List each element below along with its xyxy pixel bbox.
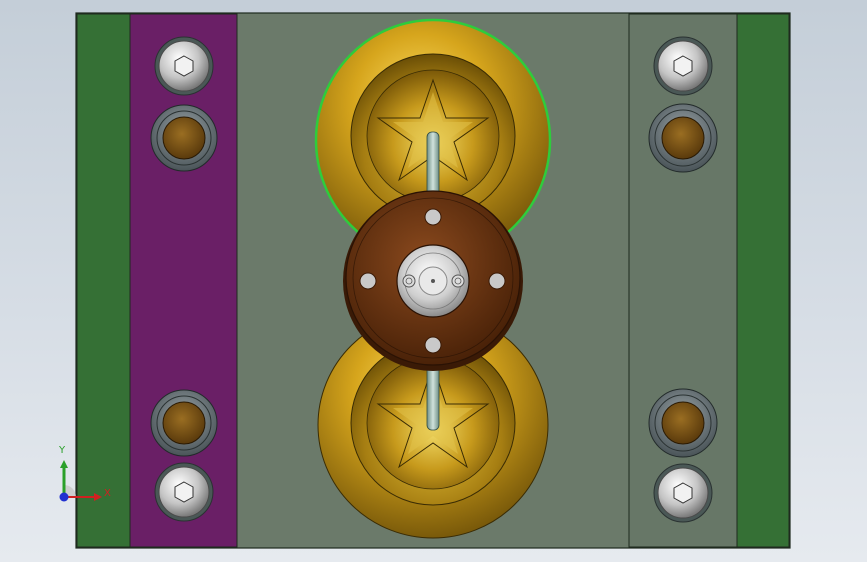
z-axis-dot [59, 492, 69, 502]
screw-hole [424, 208, 442, 226]
screw-hole [424, 336, 442, 354]
x-axis-label: X [104, 488, 111, 499]
screw-hole [488, 272, 506, 290]
y-axis-label: Y [58, 445, 66, 456]
guide-bushing[interactable] [150, 389, 218, 457]
hex-socket-bolt[interactable] [653, 36, 713, 96]
guide-bushing[interactable] [648, 388, 718, 458]
locating-ring[interactable] [343, 190, 523, 371]
hex-socket-icon [673, 482, 693, 504]
hex-socket-icon [673, 55, 693, 77]
screw-hole [359, 272, 377, 290]
guide-bushing[interactable] [150, 104, 218, 172]
hex-socket-bolt[interactable] [154, 462, 214, 522]
hex-socket-icon [174, 481, 194, 503]
cad-viewport[interactable]: Y X [0, 0, 867, 562]
hex-socket-icon [174, 55, 194, 77]
hex-socket-bolt[interactable] [154, 36, 214, 96]
hex-socket-bolt[interactable] [653, 463, 713, 523]
green-rail-left[interactable] [76, 13, 131, 548]
guide-bushing[interactable] [648, 103, 718, 173]
green-rail-right[interactable] [736, 13, 790, 548]
